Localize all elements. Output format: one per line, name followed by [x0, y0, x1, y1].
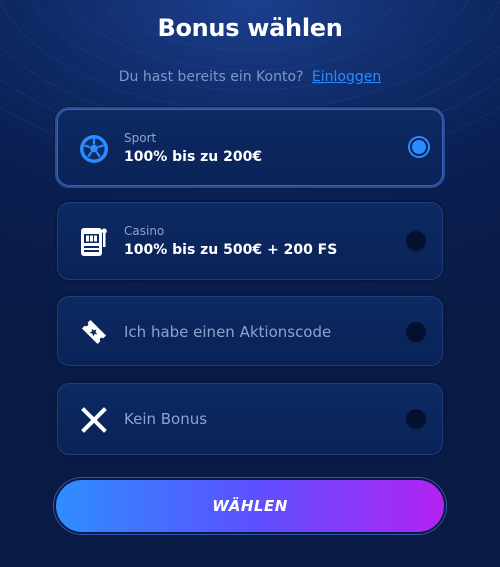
option-bonus-label: 100% bis zu 200€	[124, 149, 263, 165]
login-prompt-text: Du hast bereits ein Konto?	[118, 69, 304, 85]
ticket-icon	[77, 315, 111, 349]
option-bonus-label: 100% bis zu 500€ + 200 FS	[124, 242, 338, 258]
radio-button[interactable]	[406, 231, 426, 251]
option-category-label: Sport	[124, 131, 157, 145]
option-label: Kein Bonus	[124, 410, 208, 428]
choose-button[interactable]: WÄHLEN	[54, 478, 446, 534]
bonus-option-none[interactable]: Kein Bonus	[55, 381, 445, 457]
option-category-label: Casino	[124, 224, 165, 238]
page-title: Bonus wählen	[157, 14, 343, 42]
login-prompt-line: Du hast bereits ein Konto? Einloggen	[0, 69, 500, 85]
choose-button-label: WÄHLEN	[212, 497, 288, 515]
close-icon	[77, 403, 111, 437]
soccer-ball-icon	[77, 132, 111, 166]
bonus-option-promo-code[interactable]: Ich habe einen Aktionscode	[55, 294, 445, 368]
bonus-option-casino[interactable]: Casino 100% bis zu 500€ + 200 FS	[55, 200, 445, 282]
radio-button[interactable]	[406, 409, 426, 429]
option-label: Ich habe einen Aktionscode	[124, 323, 332, 341]
radio-button-selected[interactable]	[412, 140, 426, 154]
slot-machine-icon	[77, 225, 111, 259]
bonus-option-sport[interactable]: Sport 100% bis zu 200€	[55, 107, 445, 188]
login-link[interactable]: Einloggen	[312, 69, 381, 85]
radio-button[interactable]	[406, 322, 426, 342]
